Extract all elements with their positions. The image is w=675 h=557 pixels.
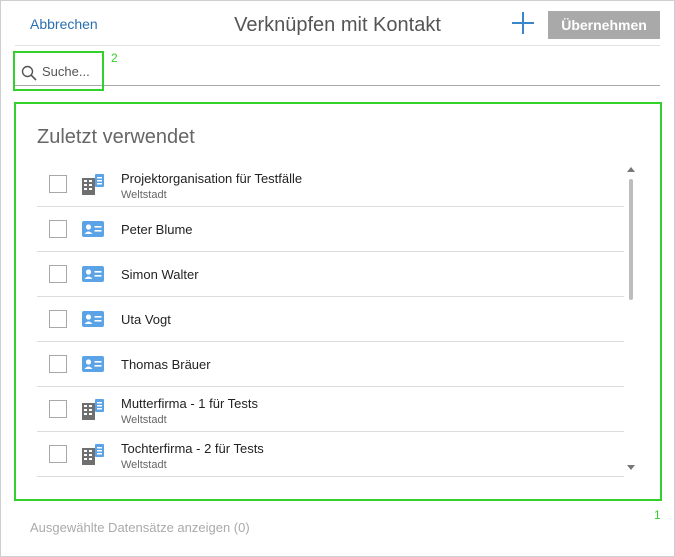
search-highlight-box: [13, 51, 104, 91]
row-checkbox[interactable]: [49, 310, 67, 328]
scroll-up-icon[interactable]: [627, 167, 635, 172]
list-item[interactable]: Tochterfirma - 2 für Tests Weltstadt: [37, 432, 624, 477]
recent-list: Projektorganisation für Testfälle Weltsta…: [37, 162, 624, 477]
scroll-down-icon[interactable]: [627, 465, 635, 470]
row-checkbox[interactable]: [49, 445, 67, 463]
search-underline: [15, 85, 660, 86]
row-checkbox[interactable]: [49, 400, 67, 418]
row-checkbox[interactable]: [49, 220, 67, 238]
plus-icon[interactable]: [510, 10, 536, 36]
contact-card-icon: [81, 353, 105, 375]
list-item[interactable]: Simon Walter: [37, 252, 624, 297]
list-item-name: Thomas Bräuer: [121, 357, 211, 372]
building-icon: [81, 443, 105, 465]
recent-section-title: Zuletzt verwendet: [37, 126, 195, 148]
list-item-name: Projektorganisation für Testfälle: [121, 171, 303, 186]
list-item-name: Simon Walter: [121, 267, 199, 282]
search-marker-label: 2: [111, 51, 118, 65]
list-item-subtitle: Weltstadt: [121, 414, 167, 426]
row-checkbox[interactable]: [49, 265, 67, 283]
list-item-name: Mutterfirma - 1 für Tests: [121, 396, 259, 411]
row-checkbox[interactable]: [49, 355, 67, 373]
list-item[interactable]: Mutterfirma - 1 für Tests Weltstadt: [37, 387, 624, 432]
contact-card-icon: [81, 263, 105, 285]
list-item-name: Tochterfirma - 2 für Tests: [121, 441, 264, 456]
row-checkbox[interactable]: [49, 175, 67, 193]
list-item[interactable]: Projektorganisation für Testfälle Weltsta…: [37, 162, 624, 207]
list-item[interactable]: Thomas Bräuer: [37, 342, 624, 387]
contact-card-icon: [81, 308, 105, 330]
list-item[interactable]: Uta Vogt: [37, 297, 624, 342]
contact-card-icon: [81, 218, 105, 240]
list-item-subtitle: Weltstadt: [121, 459, 167, 471]
show-selected-link[interactable]: Ausgewählte Datensätze anzeigen (0): [30, 520, 250, 535]
list-item-subtitle: Weltstadt: [121, 189, 167, 201]
list-item-name: Uta Vogt: [121, 312, 171, 327]
list-marker-label: 1: [654, 508, 661, 522]
list-item[interactable]: Peter Blume: [37, 207, 624, 252]
building-icon: [81, 173, 105, 195]
list-item-name: Peter Blume: [121, 222, 193, 237]
header-divider: [15, 45, 660, 46]
scrollbar-thumb[interactable]: [629, 179, 633, 300]
building-icon: [81, 398, 105, 420]
apply-button[interactable]: Übernehmen: [548, 11, 660, 39]
